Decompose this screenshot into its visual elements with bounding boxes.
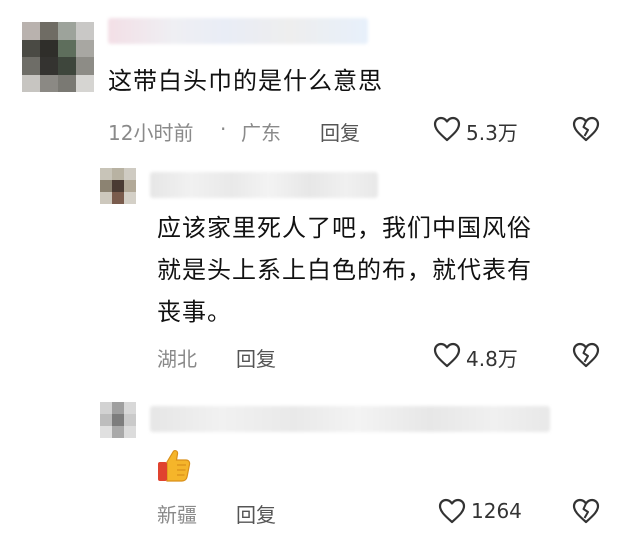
broken-heart-icon[interactable] <box>572 116 600 142</box>
username-blurred[interactable] <box>108 18 368 44</box>
comment-text-line-1: 应该家里死人了吧，我们中国风俗 <box>157 214 532 242</box>
reply-button[interactable]: 回复 <box>236 343 276 372</box>
broken-heart-icon[interactable] <box>572 342 600 368</box>
username-blurred[interactable] <box>150 172 378 198</box>
avatar[interactable] <box>22 22 94 92</box>
heart-outline-icon[interactable] <box>433 342 461 368</box>
comment-location: 新疆 <box>157 503 197 527</box>
heart-outline-icon[interactable] <box>433 116 461 142</box>
comment-text-line-3: 丧事。 <box>157 298 232 326</box>
comment-time: 12小时前 <box>108 121 194 145</box>
like-count: 4.8万 <box>466 347 518 371</box>
like-count: 1264 <box>471 499 522 523</box>
reply-button[interactable]: 回复 <box>236 499 276 528</box>
comment-text-line-2: 就是头上系上白色的布，就代表有 <box>157 256 532 284</box>
comment-location: 广东 <box>241 121 281 145</box>
comment-section: 这带白头巾的是什么意思 12小时前 · 广东 回复 5.3万 应该家里死人了吧，… <box>0 0 633 550</box>
avatar[interactable] <box>100 168 136 204</box>
thumbs-up-emoji <box>155 446 193 488</box>
broken-heart-icon[interactable] <box>572 498 600 524</box>
username-blurred[interactable] <box>150 406 550 432</box>
meta-separator: · <box>220 117 227 141</box>
reply-button[interactable]: 回复 <box>320 117 360 146</box>
heart-outline-icon[interactable] <box>438 498 466 524</box>
avatar[interactable] <box>100 402 136 438</box>
like-count: 5.3万 <box>466 121 518 145</box>
comment-text: 这带白头巾的是什么意思 <box>108 67 383 95</box>
comment-location: 湖北 <box>157 347 197 371</box>
